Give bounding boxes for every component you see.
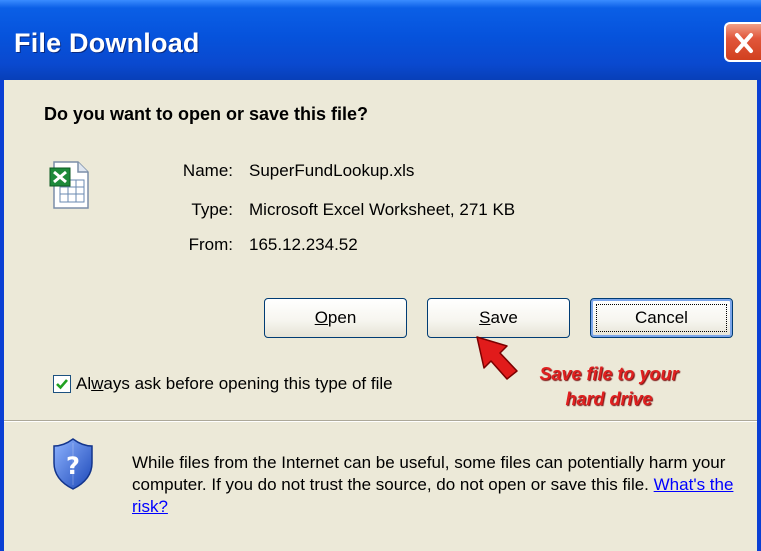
close-icon <box>735 33 753 53</box>
always-ask-checkbox[interactable] <box>53 375 71 393</box>
save-button-label: Save <box>479 308 518 327</box>
cancel-button[interactable]: Cancel <box>590 298 733 338</box>
close-button[interactable] <box>724 22 761 62</box>
focus-rectangle <box>596 304 727 332</box>
svg-text:?: ? <box>66 452 80 480</box>
divider-highlight <box>4 421 757 422</box>
file-type-value: Microsoft Excel Worksheet, 271 KB <box>249 200 516 219</box>
security-shield-icon: ? <box>53 438 93 490</box>
dialog-heading: Do you want to open or save this file? <box>44 104 369 124</box>
file-type-label: Type: <box>191 200 233 219</box>
open-button[interactable]: Open <box>264 298 407 338</box>
window-title: File Download <box>14 28 200 58</box>
file-name-label: Name: <box>182 161 233 180</box>
checkmark-icon <box>56 379 68 390</box>
security-warning: While files from the Internet can be use… <box>132 452 742 518</box>
warning-text: While files from the Internet can be use… <box>132 453 726 494</box>
file-from-label: From: <box>188 235 233 254</box>
title-bar[interactable]: File Download <box>0 0 761 80</box>
save-annotation: Save file to your hard drive <box>519 362 699 412</box>
always-ask-label[interactable]: Always ask before opening this type of f… <box>76 374 393 394</box>
file-name-value: SuperFundLookup.xls <box>249 161 415 180</box>
red-arrow-pointer <box>476 336 518 380</box>
save-button[interactable]: Save <box>427 298 570 338</box>
annotation-line-2: hard drive <box>565 389 653 409</box>
excel-file-icon <box>49 161 89 209</box>
open-button-label: Open <box>314 308 357 327</box>
file-download-dialog: File Download Do you want to open or sav… <box>0 0 761 551</box>
file-from-value: 165.12.234.52 <box>249 235 358 254</box>
annotation-line-1: Save file to your <box>539 364 679 384</box>
